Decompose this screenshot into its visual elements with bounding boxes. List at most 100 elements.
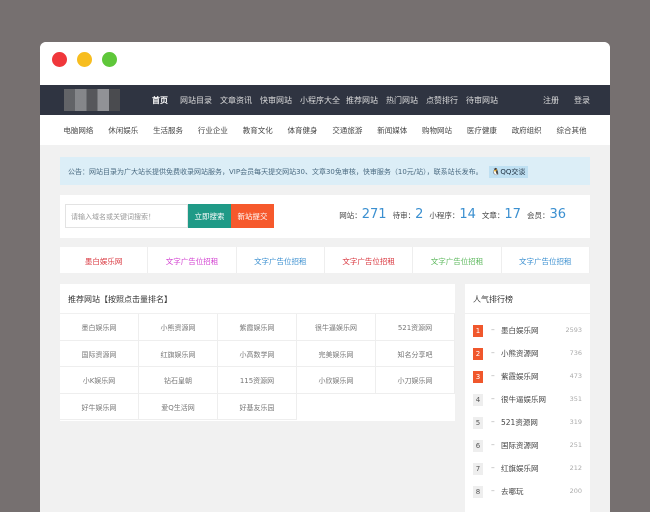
rank-site-name[interactable]: 521资源网	[501, 417, 538, 428]
browser-window: 首页 网站目录 文章资讯 快审网站 小程序大全 推荐网站 热门网站 点赞排行 待审网站 注册 登录 …	[40, 42, 610, 512]
rank-count: 351	[569, 395, 582, 403]
recommended-site-link[interactable]: 紫霞娱乐网	[218, 314, 297, 341]
close-button[interactable]	[52, 52, 67, 67]
category-bar: 电脑网络 休闲娱乐 生活服务 行业企业 教育文化 体育健身 交通旅游 新闻媒体 购物网站 医疗健康…	[40, 115, 610, 145]
submit-site-button[interactable]: 新站提交	[231, 204, 274, 228]
ranking-title: 人气排行榜	[465, 284, 590, 314]
recommended-site-link[interactable]: 国际资源网	[60, 340, 139, 367]
rank-dash: –	[491, 394, 495, 403]
category-link[interactable]: 医疗健康	[467, 125, 497, 136]
nav-item[interactable]: 推荐网站	[346, 95, 378, 106]
qq-chat-button[interactable]: 🐧QQ交谈	[488, 166, 529, 178]
recommended-site-link[interactable]: 小熊资源网	[139, 314, 218, 341]
rank-count: 212	[569, 464, 582, 472]
nav-item[interactable]: 文章资讯	[220, 95, 252, 106]
ad-link[interactable]: 文字广告位招租	[413, 247, 502, 273]
rank-badge: 2	[473, 348, 483, 360]
nav-item[interactable]: 首页	[152, 95, 168, 106]
recommended-site-link[interactable]: 115资源网	[218, 367, 297, 394]
recommended-site-link[interactable]: 知名分享吧	[376, 340, 455, 367]
rank-count: 200	[569, 487, 582, 495]
rank-count: 736	[569, 349, 582, 357]
rank-count: 473	[569, 372, 582, 380]
category-link[interactable]: 生活服务	[153, 125, 183, 136]
recommended-site-link[interactable]: 好牛娱乐网	[60, 393, 139, 420]
ranking-item[interactable]: 2– 小熊资源网 736	[465, 343, 590, 366]
nav-item[interactable]: 热门网站	[386, 95, 418, 106]
recommended-sites-panel: 推荐网站【按照点击量排名】 墨白娱乐网 小熊资源网 紫霞娱乐网 很牛逼娱乐网 521资源…	[60, 284, 455, 421]
ranking-item[interactable]: 1– 墨白娱乐网 2593	[465, 320, 590, 343]
rank-dash: –	[491, 440, 495, 449]
recommended-site-link[interactable]: 小刀娱乐网	[376, 367, 455, 394]
search-panel: 请输入域名或关键词搜索！ 立即搜索 新站提交 网站：271 待审：2 小程序：14 文…	[60, 195, 590, 238]
category-link[interactable]: 行业企业	[198, 125, 228, 136]
search-input[interactable]: 请输入域名或关键词搜索！	[65, 204, 188, 228]
ad-link[interactable]: 文字广告位招租	[502, 247, 590, 273]
nav-item[interactable]: 小程序大全	[300, 95, 340, 106]
ad-link[interactable]: 文字广告位招租	[148, 247, 237, 273]
ranking-item[interactable]: 5–521资源网 319	[465, 412, 590, 435]
rank-site-name[interactable]: 墨白娱乐网	[501, 325, 539, 336]
recommended-site-link[interactable]: 红旗娱乐网	[139, 340, 218, 367]
category-link[interactable]: 电脑网络	[63, 125, 93, 136]
category-link[interactable]: 体育健身	[288, 125, 318, 136]
recommended-site-link[interactable]: 小欣娱乐网	[297, 367, 376, 394]
minimize-button[interactable]	[77, 52, 92, 67]
top-nav: 首页 网站目录 文章资讯 快审网站 小程序大全 推荐网站 热门网站 点赞排行 待审网站 注册 登录	[40, 85, 610, 115]
nav-item[interactable]: 点赞排行	[426, 95, 458, 106]
category-link[interactable]: 新闻媒体	[377, 125, 407, 136]
recommended-site-link[interactable]: 521资源网	[376, 314, 455, 341]
search-button[interactable]: 立即搜索	[188, 204, 231, 228]
site-logo[interactable]	[64, 89, 120, 111]
rank-site-name[interactable]: 紫霞娱乐网	[501, 371, 539, 382]
ranking-item[interactable]: 6– 国际资源网 251	[465, 435, 590, 458]
rank-site-name[interactable]: 国际资源网	[501, 440, 539, 451]
rank-dash: –	[491, 486, 495, 495]
ad-link[interactable]: 墨白娱乐网	[60, 247, 149, 273]
register-link[interactable]: 注册	[543, 95, 559, 106]
ranking-panel: 人气排行榜 1– 墨白娱乐网 2593 2– 小熊资源网 736 3– 紫霞娱乐网 473 4– 很…	[465, 284, 590, 512]
stat-value: 17	[504, 207, 521, 222]
nav-item[interactable]: 快审网站	[260, 95, 292, 106]
rank-badge: 4	[473, 394, 483, 406]
rank-site-name[interactable]: 红旗娱乐网	[501, 463, 539, 474]
rank-count: 2593	[565, 326, 582, 334]
rank-badge: 5	[473, 417, 483, 429]
maximize-button[interactable]	[102, 52, 117, 67]
nav-item[interactable]: 待审网站	[466, 95, 498, 106]
rank-dash: –	[491, 463, 495, 472]
recommended-site-link[interactable]: 爱Q生活网	[139, 393, 218, 420]
recommended-site-link[interactable]: 小高数学网	[218, 340, 297, 367]
stat-value: 2	[415, 207, 424, 222]
stat-value: 14	[459, 207, 476, 222]
recommended-site-link[interactable]: 钻石皇朝	[139, 367, 218, 394]
category-link[interactable]: 综合其他	[557, 125, 587, 136]
stat-label: 会员：	[526, 211, 550, 220]
stat-label: 待审：	[392, 211, 416, 220]
category-link[interactable]: 交通旅游	[332, 125, 362, 136]
category-link[interactable]: 教育文化	[243, 125, 273, 136]
recommended-site-link[interactable]: 好基友乐园	[218, 393, 297, 420]
rank-site-name[interactable]: 小熊资源网	[501, 348, 539, 359]
stat-label: 小程序：	[429, 211, 460, 220]
rank-badge: 3	[473, 371, 483, 383]
recommended-site-link[interactable]: 墨白娱乐网	[60, 314, 139, 341]
ad-link[interactable]: 文字广告位招租	[325, 247, 414, 273]
rank-site-name[interactable]: 很牛逼娱乐网	[501, 394, 546, 405]
login-link[interactable]: 登录	[574, 95, 590, 106]
ranking-item[interactable]: 8– 去哪玩 200	[465, 481, 590, 504]
nav-item[interactable]: 网站目录	[180, 95, 212, 106]
rank-site-name[interactable]: 去哪玩	[501, 486, 524, 497]
recommended-site-link[interactable]: 小K娱乐网	[60, 367, 139, 394]
title-bar	[40, 42, 610, 85]
category-link[interactable]: 政府组织	[512, 125, 542, 136]
ranking-item[interactable]: 7– 红旗娱乐网 212	[465, 458, 590, 481]
recommended-site-link[interactable]: 完美娱乐网	[297, 340, 376, 367]
ranking-item[interactable]: 4– 很牛逼娱乐网 351	[465, 389, 590, 412]
recommended-site-link[interactable]: 很牛逼娱乐网	[297, 314, 376, 341]
category-link[interactable]: 购物网站	[422, 125, 452, 136]
category-link[interactable]: 休闲娱乐	[108, 125, 138, 136]
ranking-item[interactable]: 3– 紫霞娱乐网 473	[465, 366, 590, 389]
ad-link[interactable]: 文字广告位招租	[237, 247, 325, 273]
ad-row: 墨白娱乐网 文字广告位招租 文字广告位招租 文字广告位招租 文字广告位招租 文字广告位招租	[60, 247, 590, 273]
